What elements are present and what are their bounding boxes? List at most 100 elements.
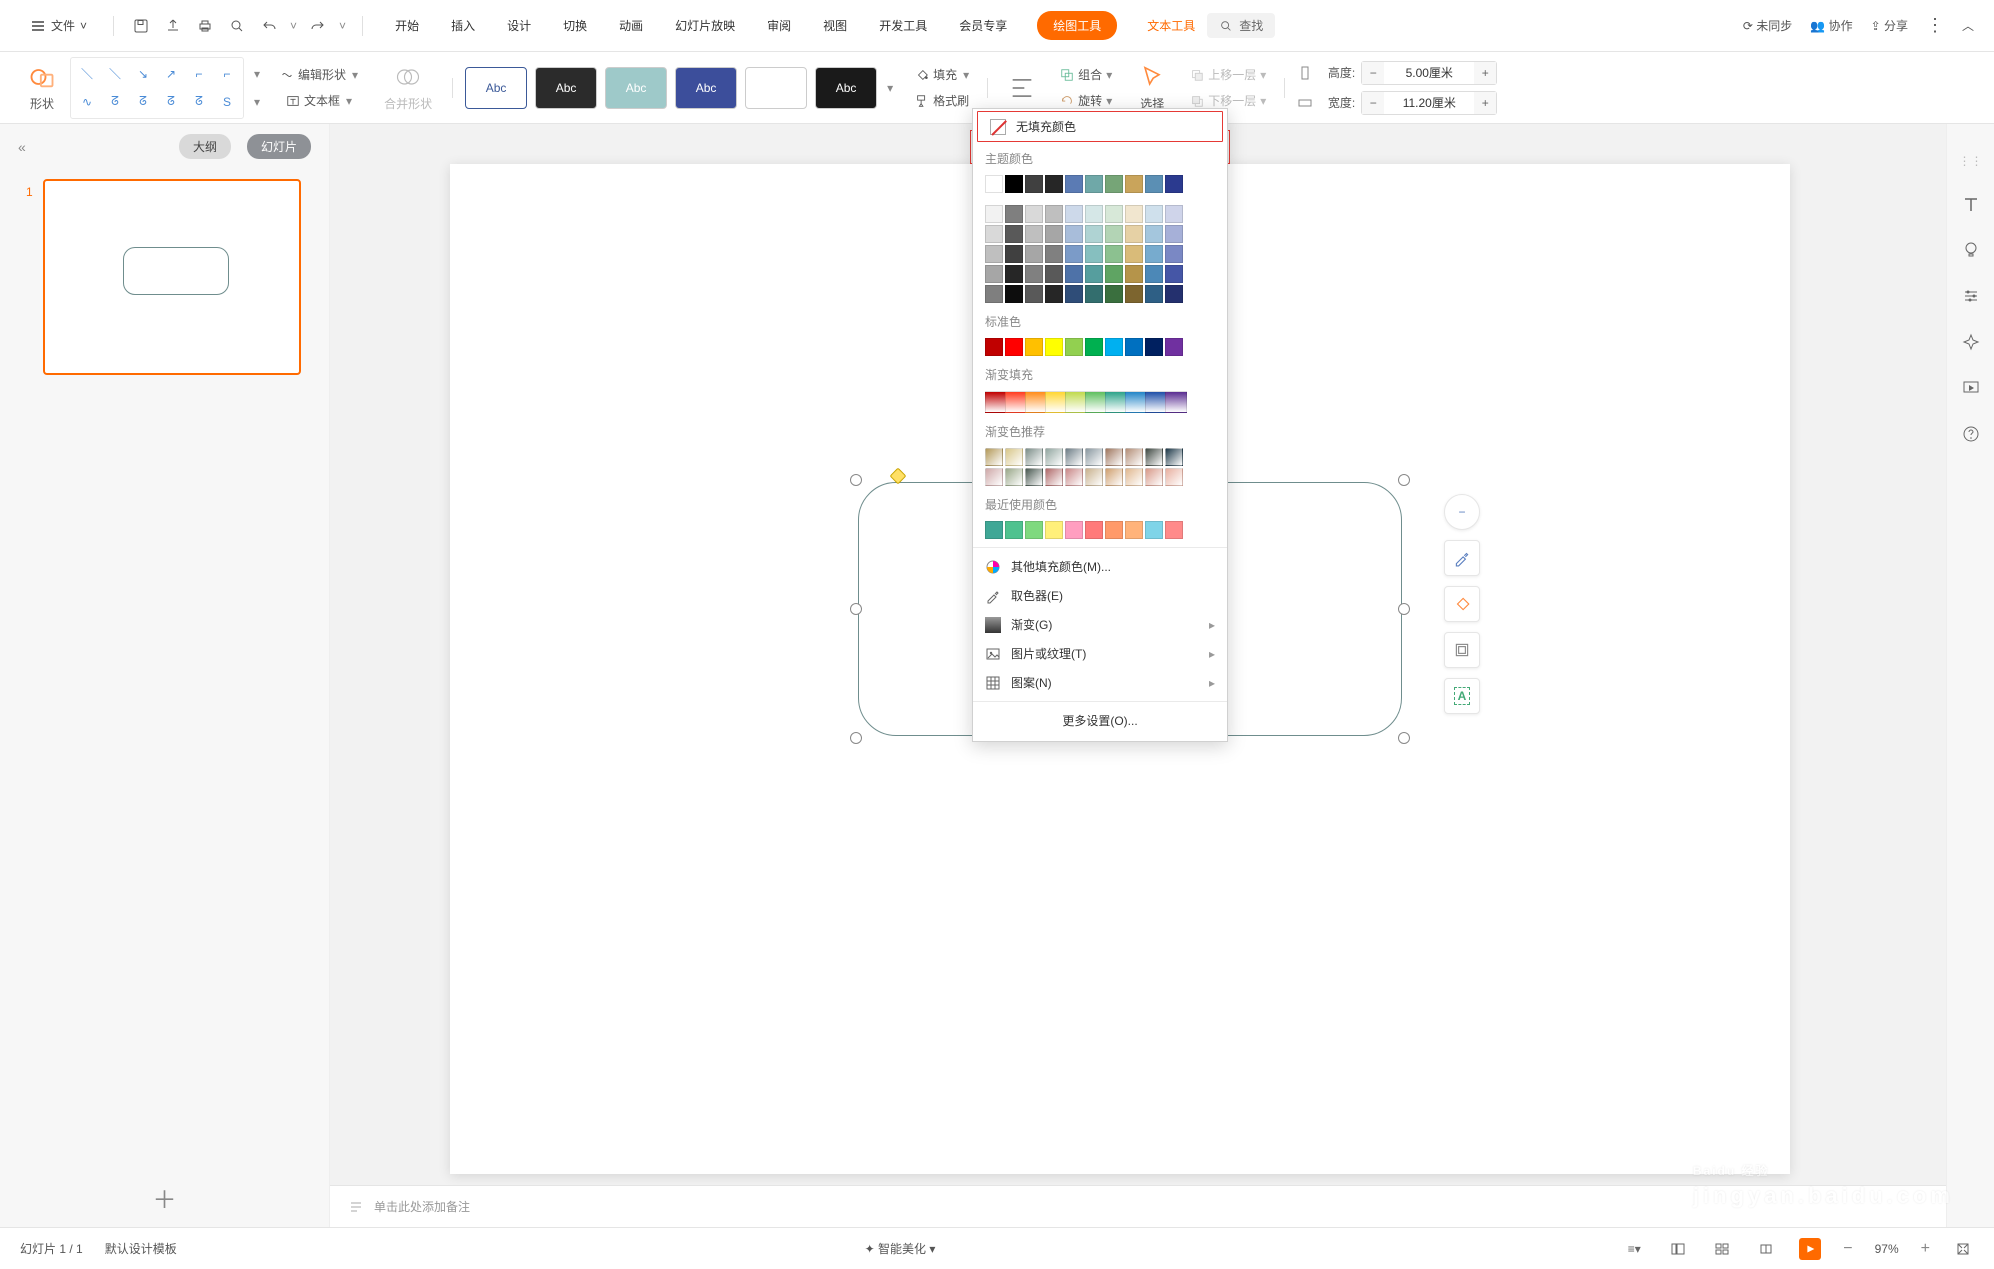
idea-icon[interactable] [1961, 240, 1981, 260]
color-swatch[interactable] [985, 225, 1003, 243]
color-swatch[interactable] [1105, 225, 1123, 243]
tab-home[interactable]: 开始 [393, 11, 421, 40]
color-swatch[interactable] [1085, 225, 1103, 243]
tab-vip[interactable]: 会员专享 [957, 11, 1009, 40]
sorter-view-icon[interactable] [1711, 1238, 1733, 1260]
resize-handle[interactable] [850, 732, 862, 744]
gradient-swatch[interactable] [1125, 468, 1143, 486]
color-swatch[interactable] [985, 175, 1003, 193]
color-swatch[interactable] [1065, 205, 1083, 223]
color-swatch[interactable] [1025, 338, 1043, 356]
gradient-swatch[interactable] [1045, 391, 1067, 413]
color-swatch[interactable] [1145, 521, 1163, 539]
color-swatch[interactable] [985, 265, 1003, 283]
color-swatch[interactable] [1025, 225, 1043, 243]
color-swatch[interactable] [1145, 225, 1163, 243]
color-swatch[interactable] [1085, 175, 1103, 193]
color-swatch[interactable] [1005, 521, 1023, 539]
color-swatch[interactable] [985, 205, 1003, 223]
chevron-down-icon[interactable]: ˅ [339, 19, 346, 33]
gradient-swatch[interactable] [1085, 391, 1107, 413]
color-swatch[interactable] [985, 521, 1003, 539]
color-swatch[interactable] [1065, 285, 1083, 303]
color-swatch[interactable] [1065, 175, 1083, 193]
connector-icon[interactable]: ⌐ [215, 62, 239, 86]
gradient-swatch[interactable] [1005, 448, 1023, 466]
style-swatch[interactable]: Abc [605, 67, 667, 109]
color-swatch[interactable] [1005, 285, 1023, 303]
color-swatch[interactable] [1145, 175, 1163, 193]
fit-window-icon[interactable] [1952, 1238, 1974, 1260]
color-swatch[interactable] [1145, 205, 1163, 223]
color-swatch[interactable] [1145, 245, 1163, 263]
zoom-level[interactable]: 97% [1875, 1242, 1899, 1256]
curve-icon[interactable]: ᘔ [131, 90, 155, 114]
increment-button[interactable]: + [1474, 92, 1496, 114]
increment-button[interactable]: + [1474, 62, 1496, 84]
decrement-button[interactable]: − [1362, 92, 1384, 114]
outline-tab[interactable]: 大纲 [179, 134, 231, 159]
color-swatch[interactable] [1065, 225, 1083, 243]
resize-handle[interactable] [850, 603, 862, 615]
color-swatch[interactable] [1005, 225, 1023, 243]
color-swatch[interactable] [1065, 265, 1083, 283]
slideshow-view-icon[interactable] [1799, 1238, 1821, 1260]
color-swatch[interactable] [1045, 245, 1063, 263]
color-swatch[interactable] [1005, 175, 1023, 193]
color-swatch[interactable] [985, 245, 1003, 263]
gradient-swatch[interactable] [1165, 448, 1183, 466]
normal-view-icon[interactable] [1667, 1238, 1689, 1260]
style-swatch[interactable]: Abc [465, 67, 527, 109]
height-input[interactable] [1384, 62, 1474, 84]
color-swatch[interactable] [1105, 338, 1123, 356]
group-button[interactable]: 组合▾ [1054, 63, 1118, 87]
slide-thumbnail-row[interactable]: 1 [26, 179, 303, 375]
line-icon[interactable]: ＼ [75, 62, 99, 86]
tab-transition[interactable]: 切换 [561, 11, 589, 40]
gradient-swatch[interactable] [1125, 391, 1147, 413]
more-colors-option[interactable]: 其他填充颜色(M)... [973, 552, 1227, 581]
eyedropper-tool[interactable] [1444, 540, 1480, 576]
gradient-swatch[interactable] [985, 391, 1007, 413]
thumbnail-list[interactable]: 1 [0, 169, 329, 1167]
color-swatch[interactable] [1165, 285, 1183, 303]
color-swatch[interactable] [1045, 265, 1063, 283]
no-fill-option[interactable]: 无填充颜色 [977, 111, 1223, 142]
color-swatch[interactable] [1025, 285, 1043, 303]
tab-review[interactable]: 审阅 [765, 11, 793, 40]
color-swatch[interactable] [1085, 205, 1103, 223]
color-swatch[interactable] [1085, 245, 1103, 263]
print-icon[interactable] [194, 15, 216, 37]
arrow-icon[interactable]: ↗ [159, 62, 183, 86]
gradient-swatch[interactable] [1065, 468, 1083, 486]
share-button[interactable]: ⇪ 分享 [1871, 17, 1908, 34]
style-gallery[interactable]: Abc Abc Abc Abc Abc [465, 67, 877, 109]
color-swatch[interactable] [1045, 338, 1063, 356]
color-swatch[interactable] [1105, 245, 1123, 263]
width-spinner[interactable]: − + [1361, 91, 1497, 115]
gradient-swatch[interactable] [1145, 468, 1163, 486]
arrow-icon[interactable]: ↘ [131, 62, 155, 86]
gradient-swatch[interactable] [1005, 468, 1023, 486]
line-icon[interactable]: ＼ [103, 62, 127, 86]
color-swatch[interactable] [1025, 245, 1043, 263]
curve-icon[interactable]: ∿ [75, 90, 99, 114]
gradient-swatch[interactable] [1165, 468, 1183, 486]
gradient-swatch[interactable] [1105, 448, 1123, 466]
color-swatch[interactable] [1125, 175, 1143, 193]
decrement-button[interactable]: − [1362, 62, 1384, 84]
color-swatch[interactable] [985, 338, 1003, 356]
gradient-swatch[interactable] [1065, 448, 1083, 466]
color-swatch[interactable] [1085, 265, 1103, 283]
color-swatch[interactable] [1165, 521, 1183, 539]
text-tool-icon[interactable] [1961, 194, 1981, 214]
sync-status[interactable]: ⟳ 未同步 [1743, 17, 1792, 34]
text-style-tool[interactable]: A [1444, 678, 1480, 714]
gradient-swatch[interactable] [1065, 391, 1087, 413]
more-icon[interactable]: ⋮ [1926, 15, 1944, 36]
color-swatch[interactable] [1145, 285, 1163, 303]
gallery-expand-icon[interactable]: ▾ [254, 95, 260, 109]
color-swatch[interactable] [1125, 285, 1143, 303]
color-swatch[interactable] [1045, 285, 1063, 303]
gradient-swatch[interactable] [1025, 391, 1047, 413]
